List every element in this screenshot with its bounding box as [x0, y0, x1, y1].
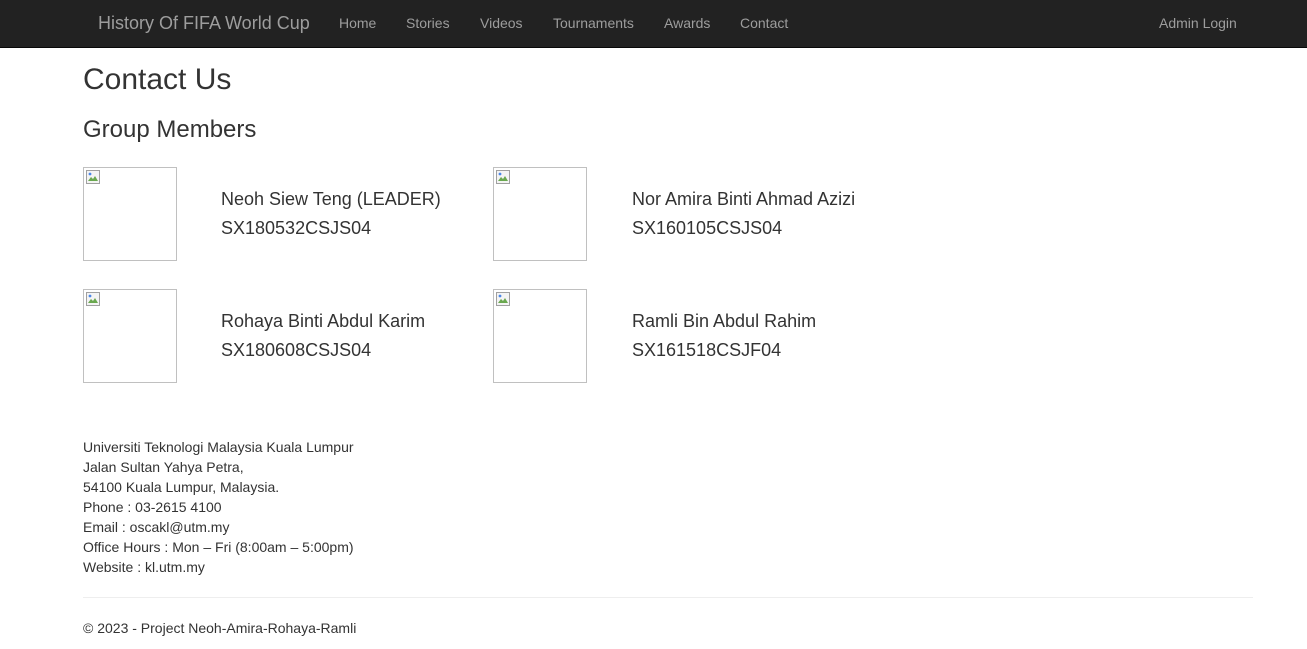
member-name: Ramli Bin Abdul Rahim [632, 311, 817, 331]
footer-copyright: © 2023 - Project Neoh-Amira-Rohaya-Ramli [83, 620, 357, 636]
nav-awards[interactable]: Awards [664, 0, 710, 48]
member-name: Neoh Siew Teng (LEADER) [221, 189, 441, 209]
nav-tournaments[interactable]: Tournaments [553, 0, 634, 48]
member-id: SX160105CSJS04 [632, 218, 783, 238]
broken-image-icon [86, 292, 100, 306]
nav-videos[interactable]: Videos [480, 0, 523, 48]
member-id: SX180608CSJS04 [221, 340, 372, 360]
member-photo [493, 289, 587, 383]
nav-contact[interactable]: Contact [740, 0, 788, 48]
address-line-street: Jalan Sultan Yahya Petra, [83, 459, 244, 475]
top-navbar: History Of FIFA World Cup Home Stories V… [0, 0, 1307, 48]
member-id: SX161518CSJF04 [632, 340, 782, 360]
member-photo [83, 167, 177, 261]
member-name: Nor Amira Binti Ahmad Azizi [632, 189, 856, 209]
address-line-university: Universiti Teknologi Malaysia Kuala Lump… [83, 439, 354, 455]
broken-image-icon [496, 292, 510, 306]
member-photo [83, 289, 177, 383]
address-line-city: 54100 Kuala Lumpur, Malaysia. [83, 479, 280, 495]
nav-home[interactable]: Home [339, 0, 376, 48]
group-members-heading: Group Members [83, 116, 257, 143]
member-id: SX180532CSJS04 [221, 218, 372, 238]
office-hours: Office Hours : Mon – Fri (8:00am – 5:00p… [83, 539, 354, 555]
member-photo [493, 167, 587, 261]
contact-address: Universiti Teknologi Malaysia Kuala Lump… [83, 437, 354, 577]
broken-image-icon [496, 170, 510, 184]
admin-login-link[interactable]: Admin Login [1159, 0, 1237, 48]
contact-website: Website : kl.utm.my [83, 559, 205, 575]
brand-link[interactable]: History Of FIFA World Cup [98, 0, 310, 48]
footer-divider [83, 597, 1253, 598]
nav-stories[interactable]: Stories [406, 0, 450, 48]
contact-email: Email : oscakl@utm.my [83, 519, 230, 535]
member-name: Rohaya Binti Abdul Karim [221, 311, 426, 331]
contact-phone: Phone : 03-2615 4100 [83, 499, 222, 515]
broken-image-icon [86, 170, 100, 184]
page-title: Contact Us [83, 63, 232, 96]
